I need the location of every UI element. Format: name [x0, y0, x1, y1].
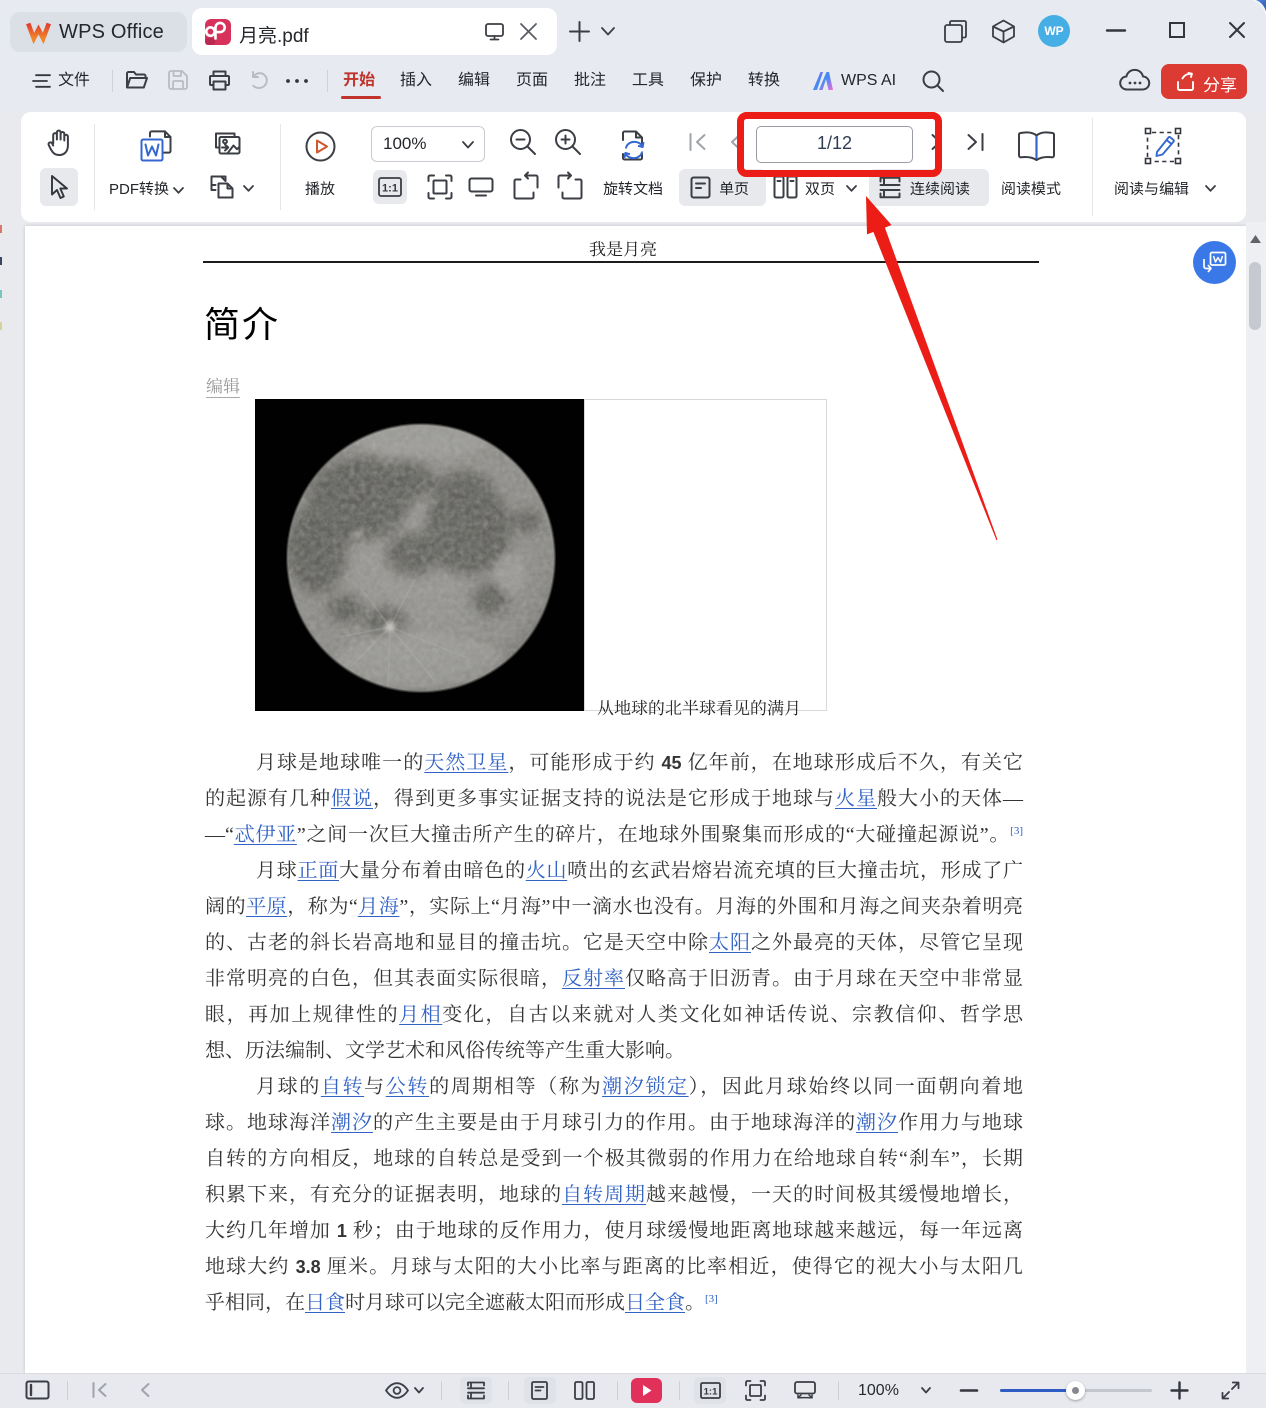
- svg-text:1:1: 1:1: [382, 183, 398, 195]
- svg-text:1:1: 1:1: [704, 1386, 718, 1397]
